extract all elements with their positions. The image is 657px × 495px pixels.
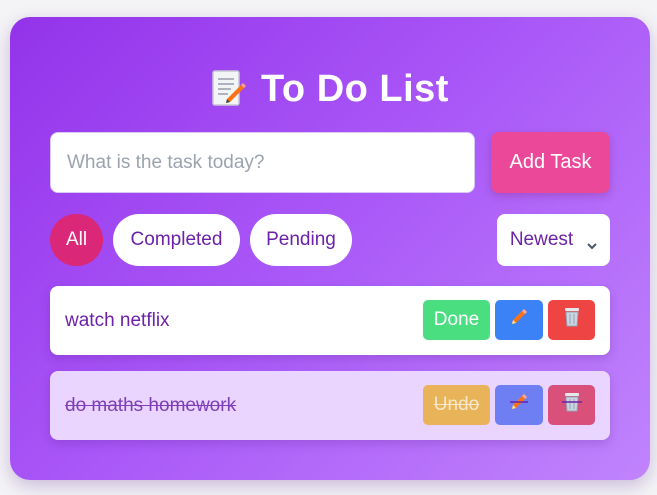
task-text: watch netflix — [65, 310, 170, 331]
task-item: do maths homework Undo — [50, 371, 610, 440]
todo-card: To Do List Add Task All Completed Pendin… — [10, 17, 650, 480]
delete-button[interactable] — [548, 300, 595, 340]
pencil-icon — [509, 307, 529, 333]
undo-button[interactable]: Undo — [423, 385, 490, 425]
memo-icon — [211, 69, 247, 109]
task-item: watch netflix Done — [50, 286, 610, 355]
pencil-icon — [509, 392, 529, 418]
task-text: do maths homework — [65, 395, 237, 416]
edit-button[interactable] — [495, 385, 543, 425]
trash-icon — [562, 306, 582, 334]
done-button[interactable]: Done — [423, 300, 490, 340]
trash-icon — [561, 391, 582, 419]
filter-completed[interactable]: Completed — [113, 214, 240, 266]
filter-pending[interactable]: Pending — [250, 214, 352, 266]
page-title: To Do List — [261, 67, 449, 110]
sort-select[interactable]: Newest — [497, 214, 610, 266]
task-input[interactable] — [50, 132, 475, 193]
header: To Do List — [10, 61, 650, 117]
edit-button[interactable] — [495, 300, 543, 340]
add-task-button[interactable]: Add Task — [491, 132, 610, 193]
chevron-down-icon — [587, 235, 597, 250]
sort-selected-label: Newest — [509, 229, 574, 250]
filter-all[interactable]: All — [50, 214, 103, 266]
delete-button[interactable] — [548, 385, 595, 425]
